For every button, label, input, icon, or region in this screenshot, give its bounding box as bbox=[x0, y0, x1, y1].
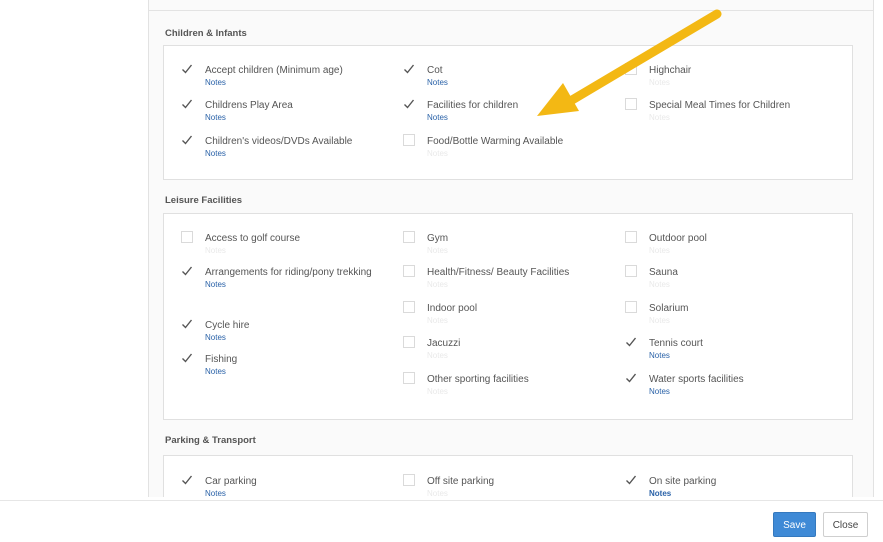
notes-link: Notes bbox=[649, 113, 670, 122]
check-icon bbox=[626, 373, 637, 383]
checkbox-unchecked[interactable] bbox=[403, 301, 415, 313]
amenity-label: Other sporting facilities bbox=[427, 374, 529, 385]
checkbox-checked[interactable] bbox=[625, 372, 637, 384]
amenity-label: Food/Bottle Warming Available bbox=[427, 136, 564, 147]
panel-top-divider bbox=[149, 10, 873, 11]
amenity-label: Children's videos/DVDs Available bbox=[205, 136, 353, 147]
checkbox-checked[interactable] bbox=[625, 336, 637, 348]
checkbox-unchecked[interactable] bbox=[403, 265, 415, 277]
checkbox-checked[interactable] bbox=[403, 63, 415, 75]
amenity-label: Jacuzzi bbox=[427, 338, 461, 349]
checkbox-unchecked[interactable] bbox=[403, 336, 415, 348]
amenity-label: Accept children (Minimum age) bbox=[205, 65, 343, 76]
save-button[interactable]: Save bbox=[773, 512, 816, 537]
check-icon bbox=[182, 99, 193, 109]
amenity-label: Arrangements for riding/pony trekking bbox=[205, 267, 372, 278]
amenity-label: Gym bbox=[427, 233, 449, 244]
amenity-label: Health/Fitness/ Beauty Facilities bbox=[427, 267, 570, 278]
amenity-label: Access to golf course bbox=[205, 233, 301, 244]
notes-link[interactable]: Notes bbox=[205, 489, 377, 497]
checkbox-unchecked[interactable] bbox=[625, 265, 637, 277]
notes-link[interactable]: Notes bbox=[649, 489, 821, 497]
check-icon bbox=[182, 475, 193, 485]
amenity-label: Facilities for children bbox=[427, 100, 519, 111]
notes-link[interactable]: Notes bbox=[205, 78, 377, 88]
check-icon bbox=[626, 337, 637, 347]
amenity-label: Sauna bbox=[649, 267, 678, 278]
amenity-label: Car parking bbox=[205, 476, 257, 487]
notes-link: Notes bbox=[649, 280, 670, 289]
close-button[interactable]: Close bbox=[823, 512, 868, 537]
checkbox-checked[interactable] bbox=[403, 98, 415, 110]
amenity-label: On site parking bbox=[649, 476, 717, 487]
checkbox-unchecked[interactable] bbox=[403, 134, 415, 146]
notes-link[interactable]: Notes bbox=[649, 351, 821, 361]
amenity-label: Solarium bbox=[649, 303, 689, 314]
check-icon bbox=[404, 64, 415, 74]
checkbox-unchecked[interactable] bbox=[625, 301, 637, 313]
check-icon bbox=[182, 319, 193, 329]
amenities-panel: Children & Infants Accept children (Mini… bbox=[148, 0, 874, 497]
checkbox-unchecked[interactable] bbox=[181, 231, 193, 243]
notes-link: Notes bbox=[427, 351, 448, 360]
checkbox-checked[interactable] bbox=[181, 318, 193, 330]
notes-link: Notes bbox=[649, 316, 670, 325]
notes-link[interactable]: Notes bbox=[649, 387, 821, 397]
checkbox-checked[interactable] bbox=[181, 352, 193, 364]
amenity-label: Off site parking bbox=[427, 476, 495, 487]
amenity-label: Cycle hire bbox=[205, 320, 250, 331]
notes-link: Notes bbox=[427, 149, 448, 158]
notes-link[interactable]: Notes bbox=[427, 113, 599, 123]
notes-link: Notes bbox=[427, 316, 448, 325]
checkbox-checked[interactable] bbox=[625, 474, 637, 486]
checkbox-checked[interactable] bbox=[181, 134, 193, 146]
amenity-label: Childrens Play Area bbox=[205, 100, 293, 111]
notes-link[interactable]: Notes bbox=[205, 280, 377, 290]
checkbox-checked[interactable] bbox=[181, 265, 193, 277]
section-children-infants: Accept children (Minimum age) Notes Cot No… bbox=[163, 45, 853, 180]
amenity-label: Water sports facilities bbox=[649, 374, 744, 385]
amenity-label: Cot bbox=[427, 65, 443, 76]
amenity-label: Highchair bbox=[649, 65, 692, 76]
checkbox-checked[interactable] bbox=[181, 63, 193, 75]
notes-link: Notes bbox=[649, 78, 670, 87]
checkbox-unchecked[interactable] bbox=[625, 231, 637, 243]
checkbox-unchecked[interactable] bbox=[403, 231, 415, 243]
notes-link[interactable]: Notes bbox=[205, 333, 377, 343]
amenity-label: Indoor pool bbox=[427, 303, 478, 314]
notes-link: Notes bbox=[427, 280, 448, 289]
check-icon bbox=[182, 135, 193, 145]
notes-link[interactable]: Notes bbox=[205, 149, 377, 159]
checkbox-checked[interactable] bbox=[181, 474, 193, 486]
section-parking-transport: Car parking Notes Off site parking Notes O… bbox=[163, 455, 853, 497]
amenity-label: Tennis court bbox=[649, 338, 703, 349]
section-leisure-facilities: Access to golf course Notes Gym Notes Outd… bbox=[163, 213, 853, 420]
checkbox-unchecked[interactable] bbox=[625, 63, 637, 75]
notes-link: Notes bbox=[427, 246, 448, 255]
check-icon bbox=[404, 99, 415, 109]
checkbox-checked[interactable] bbox=[181, 98, 193, 110]
check-icon bbox=[182, 353, 193, 363]
section-title-parking-transport: Parking & Transport bbox=[165, 435, 256, 446]
notes-link: Notes bbox=[205, 246, 226, 255]
section-title-leisure-facilities: Leisure Facilities bbox=[165, 195, 243, 206]
notes-link: Notes bbox=[427, 489, 448, 497]
modal-footer-divider bbox=[0, 500, 883, 501]
amenity-label: Outdoor pool bbox=[649, 233, 707, 244]
notes-link[interactable]: Notes bbox=[205, 113, 377, 123]
notes-link[interactable]: Notes bbox=[427, 78, 599, 88]
check-icon bbox=[182, 64, 193, 74]
section-title-children-infants: Children & Infants bbox=[165, 28, 247, 39]
amenity-label: Special Meal Times for Children bbox=[649, 100, 791, 111]
checkbox-unchecked[interactable] bbox=[403, 372, 415, 384]
checkbox-unchecked[interactable] bbox=[403, 474, 415, 486]
check-icon bbox=[182, 266, 193, 276]
notes-link: Notes bbox=[649, 246, 670, 255]
checkbox-unchecked[interactable] bbox=[625, 98, 637, 110]
amenity-label: Fishing bbox=[205, 354, 238, 365]
check-icon bbox=[626, 475, 637, 485]
notes-link: Notes bbox=[427, 387, 448, 396]
notes-link[interactable]: Notes bbox=[205, 367, 377, 377]
